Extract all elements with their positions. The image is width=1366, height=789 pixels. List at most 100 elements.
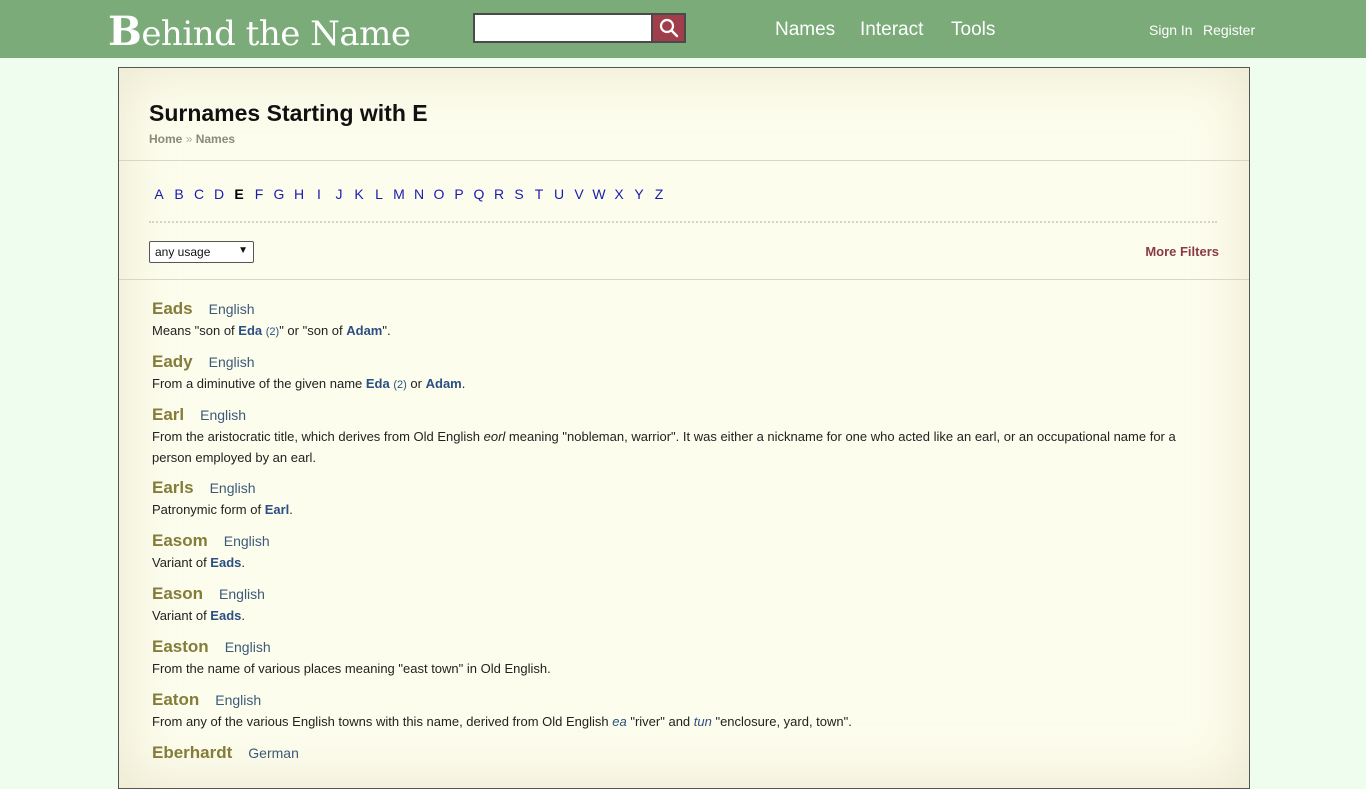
surname-link[interactable]: Eaton xyxy=(152,690,199,709)
usage-link[interactable]: English xyxy=(225,639,271,655)
etymology-word: eorl xyxy=(483,429,506,444)
surname-description: From any of the various English towns wi… xyxy=(152,714,852,729)
logo-initial: B xyxy=(108,8,142,55)
surname-description: From the name of various places meaning … xyxy=(152,661,551,676)
letter-link-f[interactable]: F xyxy=(249,186,269,202)
search-button[interactable] xyxy=(651,13,686,43)
usage-select[interactable]: any usage ▼ xyxy=(149,241,254,263)
letter-link-r[interactable]: R xyxy=(489,186,509,202)
letter-link-y[interactable]: Y xyxy=(629,186,649,202)
breadcrumb-names[interactable]: Names xyxy=(196,132,235,146)
letter-link-e[interactable]: E xyxy=(229,186,249,202)
surname-link[interactable]: Easton xyxy=(152,637,209,656)
letter-link-j[interactable]: J xyxy=(329,186,349,202)
letter-link-d[interactable]: D xyxy=(209,186,229,202)
letter-link-x[interactable]: X xyxy=(609,186,629,202)
letter-link-q[interactable]: Q xyxy=(469,186,489,202)
letter-link-l[interactable]: L xyxy=(369,186,389,202)
name-link[interactable]: Eads xyxy=(210,555,241,570)
breadcrumb-home[interactable]: Home xyxy=(149,132,182,146)
surname-description: Variant of Eads. xyxy=(152,608,245,623)
surname-link[interactable]: Earls xyxy=(152,478,194,497)
site-logo[interactable]: Behind the Name xyxy=(108,8,411,55)
letter-link-i[interactable]: I xyxy=(309,186,329,202)
surname-link[interactable]: Eady xyxy=(152,352,193,371)
usage-link[interactable]: English xyxy=(200,407,246,423)
list-item: Eads English Means "son of Eda (2)" or "so… xyxy=(152,299,1212,343)
letter-link-k[interactable]: K xyxy=(349,186,369,202)
usage-link[interactable]: English xyxy=(224,533,270,549)
nav-names[interactable]: Names xyxy=(775,19,835,41)
list-item: Easom English Variant of Eads. xyxy=(152,531,1212,573)
logo-text: ehind the Name xyxy=(141,14,411,54)
letter-index: ABCDEFGHIJKLMNOPQRSTUVWXYZ xyxy=(149,186,669,202)
usage-link[interactable]: English xyxy=(209,301,255,317)
usage-link[interactable]: English xyxy=(215,692,261,708)
dropdown-arrow-icon: ▼ xyxy=(238,245,248,256)
list-item: Easton English From the name of various pl… xyxy=(152,637,1212,679)
search-icon xyxy=(659,18,678,38)
letter-link-p[interactable]: P xyxy=(449,186,469,202)
register-link[interactable]: Register xyxy=(1203,22,1255,38)
etymology-link[interactable]: ea xyxy=(612,714,626,729)
surname-link[interactable]: Eason xyxy=(152,584,203,603)
letter-link-g[interactable]: G xyxy=(269,186,289,202)
letter-link-m[interactable]: M xyxy=(389,186,409,202)
name-link[interactable]: Adam xyxy=(426,376,462,391)
surname-link[interactable]: Easom xyxy=(152,531,208,550)
letter-link-w[interactable]: W xyxy=(589,186,609,202)
list-item: Eaton English From any of the various Engl… xyxy=(152,690,1212,732)
divider xyxy=(119,279,1249,280)
surname-link[interactable]: Eads xyxy=(152,299,193,318)
letter-link-h[interactable]: H xyxy=(289,186,309,202)
name-link[interactable]: Eda xyxy=(238,323,262,338)
surname-description: Patronymic form of Earl. xyxy=(152,502,293,517)
letter-link-z[interactable]: Z xyxy=(649,186,669,202)
surname-link[interactable]: Eberhardt xyxy=(152,743,232,762)
surname-description: Means "son of Eda (2)" or "son of Adam". xyxy=(152,323,391,338)
usage-link[interactable]: English xyxy=(210,480,256,496)
site-header: Behind the Name Names Interact Tools Sig… xyxy=(0,0,1366,58)
list-item: Eason English Variant of Eads. xyxy=(152,584,1212,626)
letter-link-c[interactable]: C xyxy=(189,186,209,202)
letter-link-b[interactable]: B xyxy=(169,186,189,202)
surname-link[interactable]: Earl xyxy=(152,405,184,424)
etymology-link[interactable]: tun xyxy=(694,714,712,729)
breadcrumb-separator: » xyxy=(185,132,193,146)
content-panel: Surnames Starting with E Home » Names AB… xyxy=(118,67,1250,789)
letter-link-t[interactable]: T xyxy=(529,186,549,202)
list-item: Earl English From the aristocratic title, … xyxy=(152,405,1212,468)
search-form xyxy=(473,13,686,43)
name-link[interactable]: Earl xyxy=(265,502,290,517)
name-link[interactable]: Eda xyxy=(366,376,390,391)
usage-link[interactable]: English xyxy=(219,586,265,602)
dotted-divider xyxy=(149,221,1217,223)
name-link[interactable]: Eads xyxy=(210,608,241,623)
name-link[interactable]: Adam xyxy=(346,323,382,338)
usage-link[interactable]: English xyxy=(209,354,255,370)
list-item: Eberhardt German xyxy=(152,743,1212,763)
page-title: Surnames Starting with E xyxy=(149,100,428,126)
more-filters-link[interactable]: More Filters xyxy=(1145,244,1219,259)
letter-link-a[interactable]: A xyxy=(149,186,169,202)
nav-interact[interactable]: Interact xyxy=(860,19,923,41)
nav-tools[interactable]: Tools xyxy=(951,19,995,41)
letter-link-o[interactable]: O xyxy=(429,186,449,202)
surname-description: Variant of Eads. xyxy=(152,555,245,570)
letter-link-v[interactable]: V xyxy=(569,186,589,202)
letter-link-s[interactable]: S xyxy=(509,186,529,202)
surname-description: From the aristocratic title, which deriv… xyxy=(152,429,1176,465)
usage-select-value: any usage xyxy=(155,245,211,259)
sign-in-link[interactable]: Sign In xyxy=(1149,22,1193,38)
name-variant-number[interactable]: (2) xyxy=(393,379,406,391)
letter-link-u[interactable]: U xyxy=(549,186,569,202)
search-input[interactable] xyxy=(473,13,651,43)
surname-description: From a diminutive of the given name Eda … xyxy=(152,376,466,391)
breadcrumb: Home » Names xyxy=(149,132,235,146)
name-variant-number[interactable]: (2) xyxy=(266,326,279,338)
list-item: Eady English From a diminutive of the give… xyxy=(152,352,1212,396)
list-item: Earls English Patronymic form of Earl. xyxy=(152,478,1212,520)
letter-link-n[interactable]: N xyxy=(409,186,429,202)
divider xyxy=(119,160,1249,161)
usage-link[interactable]: German xyxy=(248,745,299,761)
